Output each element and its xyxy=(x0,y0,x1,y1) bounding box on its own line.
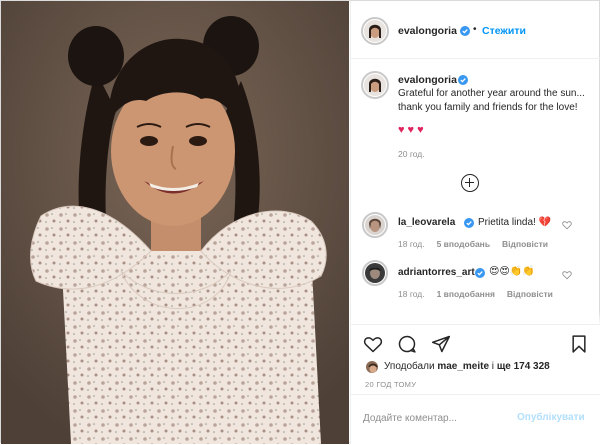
header-separator: • xyxy=(473,24,477,35)
comment-likes-count[interactable]: 1 вподобання xyxy=(437,289,495,299)
comment-meta: 18 год. 5 вподобань Відповісти xyxy=(398,239,548,249)
likes-summary: Уподобали mae_meite і ще 174 328 xyxy=(384,361,550,372)
liker-avatar[interactable] xyxy=(365,360,379,374)
bookmark-icon[interactable] xyxy=(569,334,589,354)
post-photo-illustration xyxy=(1,1,349,444)
verified-badge-icon xyxy=(475,268,485,278)
comment-like-heart-icon[interactable] xyxy=(562,270,572,280)
likes-prefix: Уподобали xyxy=(384,361,438,372)
author-username[interactable]: evalongoria xyxy=(398,25,457,37)
share-icon[interactable] xyxy=(431,334,451,354)
comment-text: Prietita linda! 💔 xyxy=(478,217,552,228)
comment-username[interactable]: la_leovarela xyxy=(398,217,455,228)
add-comment-input[interactable] xyxy=(363,409,513,427)
comments-fade xyxy=(351,311,600,325)
liker-username[interactable]: mae_meite xyxy=(437,361,489,372)
comment-avatar[interactable] xyxy=(365,215,385,235)
likes-conjunction: і xyxy=(489,361,497,372)
red-heart-icon: ♥ xyxy=(417,124,424,136)
verified-badge-icon xyxy=(464,218,474,228)
red-heart-icon: ♥ xyxy=(407,124,415,136)
caption-hearts: ♥ ♥ ♥ xyxy=(398,125,424,136)
comment-text: 😍😍👏👏 xyxy=(489,266,535,277)
caption-avatar[interactable] xyxy=(364,74,386,96)
comment-avatar[interactable] xyxy=(365,263,385,283)
plus-circle-icon[interactable] xyxy=(461,174,479,192)
post-photo[interactable] xyxy=(1,1,349,444)
post-side-panel: evalongoria • Стежити evalongoria Gratef… xyxy=(350,1,600,444)
follow-button[interactable]: Стежити xyxy=(482,25,526,37)
comment-timestamp[interactable]: 18 год. xyxy=(398,239,425,249)
comment-timestamp[interactable]: 18 год. xyxy=(398,289,425,299)
likes-count-link[interactable]: ще 174 328 xyxy=(497,361,550,372)
comment-reply-button[interactable]: Відповісти xyxy=(507,289,553,299)
verified-badge-icon xyxy=(458,75,468,85)
caption-timestamp[interactable]: 20 год. xyxy=(398,149,425,159)
verified-badge-icon xyxy=(460,26,470,36)
comment-icon[interactable] xyxy=(397,334,417,354)
comment-username[interactable]: adriantorres_art xyxy=(398,267,475,278)
red-heart-icon: ♥ xyxy=(398,124,405,136)
comment-like-heart-icon[interactable] xyxy=(562,220,572,230)
add-comment-form: Опублікувати xyxy=(351,394,600,445)
caption-text: Grateful for another year around the sun… xyxy=(398,88,585,113)
publish-button[interactable]: Опублікувати xyxy=(517,412,585,423)
comment-reply-button[interactable]: Відповісти xyxy=(502,239,548,249)
author-avatar[interactable] xyxy=(364,20,386,42)
heart-icon[interactable] xyxy=(363,334,383,354)
instagram-post: evalongoria • Стежити evalongoria Gratef… xyxy=(0,0,600,444)
comment-meta: 18 год. 1 вподобання Відповісти xyxy=(398,289,553,299)
comment-likes-count[interactable]: 5 вподобань xyxy=(437,239,490,249)
caption-username[interactable]: evalongoria xyxy=(398,74,457,86)
post-timestamp[interactable]: 20 ГОД ТОМУ xyxy=(365,380,416,389)
post-header: evalongoria • Стежити xyxy=(351,1,600,59)
post-actions-section: Уподобали mae_meite і ще 174 328 20 ГОД … xyxy=(351,324,600,444)
